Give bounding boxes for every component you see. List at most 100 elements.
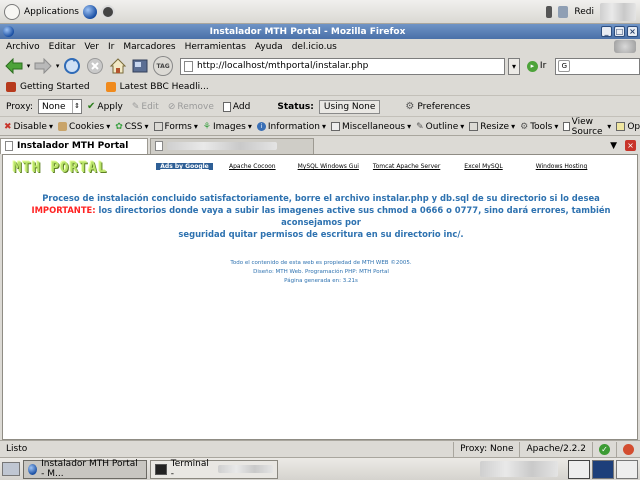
- menu-ir[interactable]: Ir: [108, 42, 114, 52]
- status-text: Listo: [6, 444, 28, 454]
- bookmark-label: Getting Started: [20, 81, 90, 92]
- status-bar: Listo Proxy: None Apache/2.2.2 ✓: [0, 440, 640, 457]
- mysql-windows-gui-link[interactable]: MySQL Windows Gui: [298, 163, 359, 170]
- important-message-line-2: seguridad quitar permisos de escritura e…: [178, 229, 464, 239]
- web-browser-launcher-icon[interactable]: [82, 4, 97, 19]
- menu-marcadores[interactable]: Marcadores: [123, 42, 175, 52]
- bookmarks-toolbar: Getting Started Latest BBC Headli...: [0, 78, 640, 96]
- back-arrow-icon[interactable]: [4, 56, 24, 76]
- home-icon[interactable]: [108, 56, 128, 76]
- checkmark-icon: ✔: [87, 101, 96, 112]
- dev-menu-miscellaneous[interactable]: Miscellaneous ▾: [331, 122, 411, 132]
- network-icon[interactable]: [558, 5, 569, 18]
- dev-menu-resize[interactable]: Resize ▾: [469, 122, 515, 132]
- tab-blurred[interactable]: [150, 137, 314, 154]
- extension-status[interactable]: [616, 441, 640, 457]
- search-input[interactable]: G: [555, 57, 640, 75]
- dev-menu-images[interactable]: ⚘ Images ▾: [203, 122, 252, 132]
- window-titlebar[interactable]: Instalador MTH Portal - Mozilla Firefox …: [0, 24, 640, 39]
- show-desktop-icon[interactable]: [2, 462, 20, 476]
- proxy-select[interactable]: None ⇕: [38, 99, 83, 114]
- reload-icon[interactable]: [62, 56, 82, 76]
- screenshot-icon[interactable]: [131, 56, 151, 76]
- menu-archivo[interactable]: Archivo: [6, 42, 40, 52]
- tomcat-apache-server-link[interactable]: Tomcat Apache Server: [373, 163, 440, 170]
- search-engine-icon[interactable]: G: [558, 60, 571, 72]
- tab-instalador[interactable]: Instalador MTH Portal: [0, 137, 148, 154]
- url-history-dropdown[interactable]: ▾: [508, 57, 520, 75]
- apply-button[interactable]: ✔ Apply: [87, 101, 123, 112]
- add-button[interactable]: Add: [222, 101, 250, 112]
- menu-ayuda[interactable]: Ayuda: [255, 42, 283, 52]
- minimize-button[interactable]: _: [601, 26, 612, 37]
- mail-launcher-icon[interactable]: [100, 4, 115, 19]
- extension-icon: [623, 443, 634, 455]
- menu-ver[interactable]: Ver: [84, 42, 99, 52]
- url-input[interactable]: http://localhost/mthportal/instalar.php: [179, 57, 506, 75]
- clock-blurred[interactable]: [600, 2, 636, 21]
- back-dropdown-icon[interactable]: ▾: [27, 62, 31, 70]
- preferences-button[interactable]: ⚙ Preferences: [405, 101, 470, 112]
- go-label: Ir: [539, 61, 547, 71]
- dev-menu-css[interactable]: ✿ CSS ▾: [115, 122, 148, 132]
- close-button[interactable]: ×: [627, 26, 638, 37]
- workspace-2[interactable]: [592, 459, 614, 479]
- dev-menu-tools[interactable]: ⚙ Tools ▾: [520, 122, 558, 132]
- stop-icon[interactable]: [85, 56, 105, 76]
- bookmark-bbc-headlines[interactable]: Latest BBC Headli...: [105, 81, 209, 92]
- dev-menu-outline[interactable]: ✎ Outline ▾: [416, 122, 464, 132]
- remove-icon: ⊘: [167, 101, 176, 112]
- validation-status[interactable]: ✓: [592, 441, 616, 457]
- dev-menu-information[interactable]: i Information ▾: [256, 122, 326, 132]
- dev-menu-view-source[interactable]: View Source ▾: [563, 117, 611, 137]
- dev-menu-cookies[interactable]: Cookies ▾: [57, 122, 110, 132]
- applications-menu[interactable]: Applications: [4, 3, 115, 20]
- dropdown-icon: ▾: [321, 122, 326, 131]
- workspace-3[interactable]: [616, 459, 638, 479]
- mth-portal-logo[interactable]: MTH PORTAL: [13, 160, 107, 176]
- forward-arrow-icon[interactable]: [33, 56, 53, 76]
- ads-by-google-link[interactable]: Ads by Google: [156, 163, 213, 170]
- firefox-window-icon[interactable]: [3, 26, 14, 37]
- bookmark-rss-icon: [6, 81, 16, 92]
- excel-mysql-link[interactable]: Excel MySQL: [464, 163, 502, 170]
- windows-hosting-link[interactable]: Windows Hosting: [536, 163, 588, 170]
- generation-time-text: Página generada en: 3.21s: [284, 278, 358, 284]
- dev-menu-label: Disable: [13, 121, 47, 132]
- taskbar-firefox[interactable]: Instalador MTH Portal - M...: [23, 459, 147, 479]
- check-icon: ✓: [599, 443, 610, 455]
- dropdown-icon: ▾: [511, 122, 516, 131]
- menu-editar[interactable]: Editar: [49, 42, 76, 52]
- user-name[interactable]: Redi: [574, 7, 594, 17]
- status-value: Using None: [318, 99, 381, 114]
- dev-menu-label: Outline: [425, 121, 459, 132]
- forward-dropdown-icon[interactable]: ▾: [56, 62, 60, 70]
- workspace-1[interactable]: [568, 459, 590, 479]
- taskbar-terminal[interactable]: Terminal -: [150, 459, 278, 479]
- options-icon: [616, 122, 626, 131]
- tab-list-icon[interactable]: ▼: [610, 141, 617, 151]
- workspace-switcher[interactable]: [480, 459, 640, 479]
- remove-button[interactable]: ⊘ Remove: [168, 102, 214, 112]
- go-button[interactable]: ▸ Ir: [526, 60, 547, 72]
- important-message: IMPORTANTE: los directorios donde vaya a…: [3, 204, 639, 228]
- dev-menu-forms[interactable]: Forms ▾: [153, 122, 198, 132]
- bookmark-getting-started[interactable]: Getting Started: [6, 81, 90, 92]
- design-credit-text: Diseño: MTH Web. Programación PHP: MTH P…: [253, 269, 389, 275]
- proxy-status[interactable]: Proxy: None: [453, 441, 519, 457]
- dev-menu-options[interactable]: Options▾: [616, 122, 640, 132]
- maximize-button[interactable]: □: [614, 26, 625, 37]
- volume-icon[interactable]: [546, 5, 553, 18]
- edit-button[interactable]: ✎ Edit: [132, 102, 159, 112]
- menu-herramientas[interactable]: Herramientas: [185, 42, 246, 52]
- tag-icon[interactable]: TAG: [153, 56, 173, 76]
- apache-cocoon-link[interactable]: Apache Cocoon: [229, 163, 276, 170]
- close-tab-button[interactable]: ×: [625, 140, 636, 151]
- important-label: IMPORTANTE:: [31, 205, 96, 215]
- pencil-icon: ✎: [131, 101, 140, 112]
- menu-delicious[interactable]: del.icio.us: [292, 42, 337, 52]
- important-text: los directorios donde vaya a subir las i…: [95, 205, 611, 227]
- dev-menu-disable[interactable]: ✖ Disable ▾: [4, 122, 53, 132]
- css-icon: ✿: [115, 121, 123, 132]
- applications-label: Applications: [24, 6, 79, 17]
